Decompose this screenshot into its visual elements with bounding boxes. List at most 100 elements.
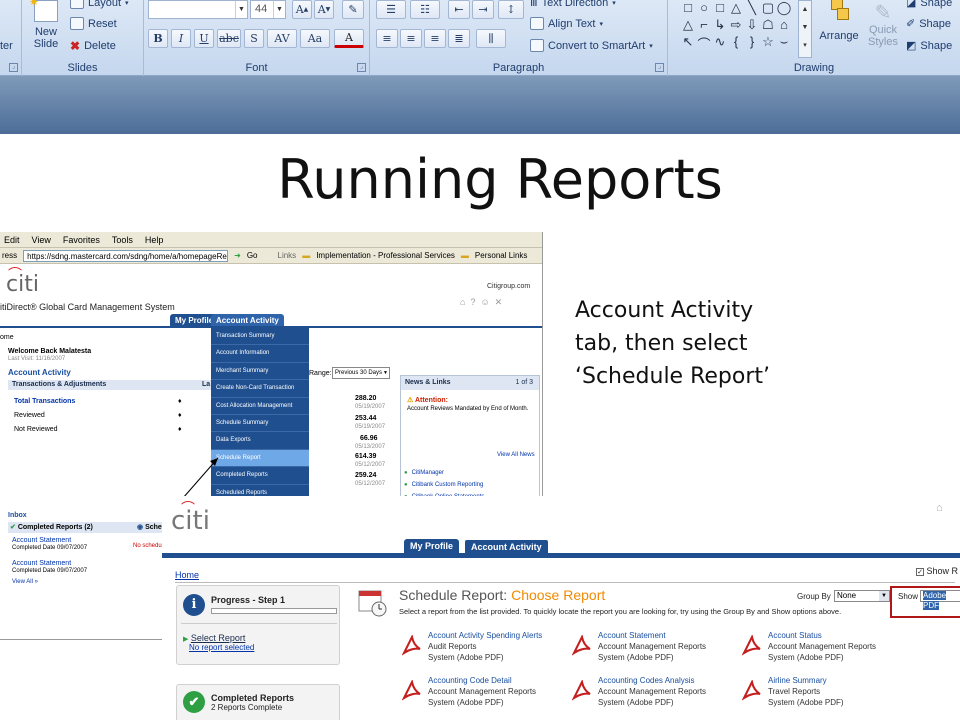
layout-button[interactable]: Layout ▾ (70, 0, 129, 9)
menu-item-data-exports[interactable]: Data Exports (211, 432, 309, 450)
increase-indent-button[interactable]: ⇥ (472, 0, 494, 19)
checkbox-icon[interactable]: ✓ (916, 568, 924, 576)
shape-icon[interactable]: ☖ (760, 17, 776, 34)
new-slide-button[interactable]: ✷ New Slide (28, 0, 64, 56)
report-item[interactable]: Account Activity Spending Alerts Audit R… (402, 631, 567, 667)
menu-item[interactable]: Edit (4, 235, 20, 245)
shape-icon[interactable]: ⇩ (744, 17, 760, 34)
go-label[interactable]: Go (247, 251, 258, 260)
menu-item[interactable]: Favorites (63, 235, 100, 245)
align-left-button[interactable]: ≡ (376, 29, 398, 48)
shape-icon[interactable]: ◯ (776, 0, 792, 17)
align-center-button[interactable]: ≡ (400, 29, 422, 48)
shape-icon[interactable]: ▢ (760, 0, 776, 17)
home-icon[interactable]: ⌂ (936, 502, 943, 514)
shape-icon[interactable]: ↖ (680, 34, 696, 51)
italic-button[interactable]: I (171, 29, 191, 48)
close-icon[interactable]: ✕ (495, 297, 508, 307)
shapes-scroll[interactable]: ▲ ▼ ▾ (798, 0, 812, 58)
change-case-button[interactable]: Aa (300, 29, 330, 48)
shape-icon[interactable]: ⇨ (728, 17, 744, 34)
font-name-combo[interactable]: ▼ (148, 0, 248, 19)
link-item[interactable]: Implementation - Professional Services (316, 251, 455, 260)
font-size-combo[interactable]: 44 ▼ (250, 0, 286, 19)
shape-icon[interactable]: } (744, 34, 760, 51)
shape-icon[interactable]: △ (680, 17, 696, 34)
shape-icon[interactable]: ⌐ (696, 17, 712, 34)
align-text-button[interactable]: Align Text ▾ (530, 17, 603, 30)
shape-icon[interactable]: ⌂ (776, 17, 792, 34)
view-all-news-link[interactable]: View All News (497, 452, 535, 458)
link-item[interactable]: Personal Links (475, 251, 527, 260)
report-item[interactable]: Accounting Codes Analysis Account Manage… (572, 676, 737, 712)
menu-item-account-information[interactable]: Account Information (211, 345, 309, 363)
font-color-button[interactable]: A (334, 29, 364, 48)
news-link-item[interactable]: ● CitiManager (404, 467, 484, 479)
columns-button[interactable]: ⫼ (476, 29, 506, 48)
menu-item-merchant-summary[interactable]: Merchant Summary (211, 363, 309, 381)
user-icon[interactable]: ☺ (480, 297, 494, 307)
completed-reports-panel[interactable]: ✔ Completed Reports 2 Reports Complete (176, 684, 340, 720)
show-select[interactable]: Adobe PDF (920, 590, 960, 610)
shadow-button[interactable]: S (244, 29, 264, 48)
strikethrough-button[interactable]: abc (217, 29, 241, 48)
news-pager[interactable]: 1 of 3 (515, 376, 533, 390)
shape-icon[interactable]: ⌣ (776, 34, 792, 51)
citigroup-link[interactable]: Citigroup.com (487, 283, 530, 290)
quick-styles-button[interactable]: ✎ Quick Styles (862, 0, 904, 58)
home-icon[interactable]: ⌂ (460, 297, 470, 307)
home-breadcrumb[interactable]: ome (0, 334, 14, 341)
clipboard-dialog-launcher-icon[interactable]: ⌟ (9, 63, 18, 72)
convert-smartart-button[interactable]: Convert to SmartArt ▾ (530, 39, 653, 52)
shape-icon[interactable]: □ (680, 0, 696, 17)
show-checkbox-row[interactable]: ✓ Show R (916, 566, 958, 576)
url-field[interactable]: https://sdng.mastercard.com/sdng/home/a/… (23, 249, 229, 262)
paragraph-dialog-launcher-icon[interactable]: ⌟ (655, 63, 664, 72)
help-icon[interactable]: ? (470, 297, 480, 307)
bold-button[interactable]: B (148, 29, 168, 48)
shape-icon[interactable]: ∿ (712, 34, 728, 51)
text-direction-button[interactable]: Ⅲ Text Direction ▾ (530, 0, 616, 9)
shape-icon[interactable]: ⌒ (696, 34, 712, 52)
delete-button[interactable]: ✖ Delete (70, 39, 116, 53)
shape-outline-button[interactable]: ✐ Shape (906, 17, 951, 31)
home-link[interactable]: Home (175, 570, 199, 580)
shape-icon[interactable]: □ (712, 0, 728, 17)
clear-formatting-button[interactable]: ✎ (342, 0, 364, 19)
news-link-item[interactable]: ● Citibank Custom Reporting (404, 479, 484, 491)
justify-button[interactable]: ≣ (448, 29, 470, 48)
grow-font-button[interactable]: A ▲ (292, 0, 312, 19)
report-item[interactable]: Accounting Code Detail Account Managemen… (402, 676, 567, 712)
menu-item[interactable]: Tools (112, 235, 133, 245)
shapes-gallery[interactable]: □ ○ □ △ ╲ ▢ ◯ △ ⌐ ↳ ⇨ ⇩ ☖ ⌂ ↖ ⌒ ∿{} ☆ ⌣ (680, 0, 800, 52)
line-spacing-button[interactable]: ↕ (498, 0, 524, 19)
shape-icon[interactable]: △ (728, 0, 744, 17)
group-by-select[interactable]: None ▼ (834, 590, 890, 602)
menu-item-schedule-summary[interactable]: Schedule Summary (211, 415, 309, 433)
menu-item[interactable]: View (32, 235, 51, 245)
shape-icon[interactable]: { (728, 34, 744, 51)
tab-account-activity[interactable]: Account Activity (464, 539, 549, 554)
reset-button[interactable]: Reset (70, 17, 117, 30)
total-transactions-link[interactable]: Total Transactions (14, 398, 75, 405)
decrease-indent-button[interactable]: ⇤ (448, 0, 470, 19)
inbox-item-title[interactable]: Account Statement (12, 560, 71, 567)
shape-icon[interactable]: ╲ (744, 0, 760, 17)
shape-icon[interactable]: ☆ (760, 34, 776, 51)
menu-item[interactable]: Help (145, 235, 164, 245)
tab-my-profile[interactable]: My Profile (404, 539, 460, 554)
report-item[interactable]: Account Statement Account Management Rep… (572, 631, 737, 667)
menu-item-transaction-summary[interactable]: Transaction Summary (211, 328, 309, 346)
bullets-button[interactable]: ☰ (376, 0, 406, 19)
shape-effects-button[interactable]: ◩ Shape (906, 39, 952, 53)
shape-icon[interactable]: ↳ (712, 17, 728, 34)
completed-reports-tab[interactable]: ✔ Completed Reports (2) (10, 523, 93, 531)
view-all-link[interactable]: View All » (12, 579, 38, 585)
arrange-button[interactable]: Arrange (816, 0, 862, 56)
shrink-font-button[interactable]: A ▼ (314, 0, 334, 19)
shape-icon[interactable]: ○ (696, 0, 712, 17)
menu-item-create-non-card-transaction[interactable]: Create Non-Card Transaction (211, 380, 309, 398)
range-select[interactable]: Previous 30 Days ▼ (332, 367, 390, 379)
underline-button[interactable]: U (194, 29, 214, 48)
numbering-button[interactable]: ☷ (410, 0, 440, 19)
